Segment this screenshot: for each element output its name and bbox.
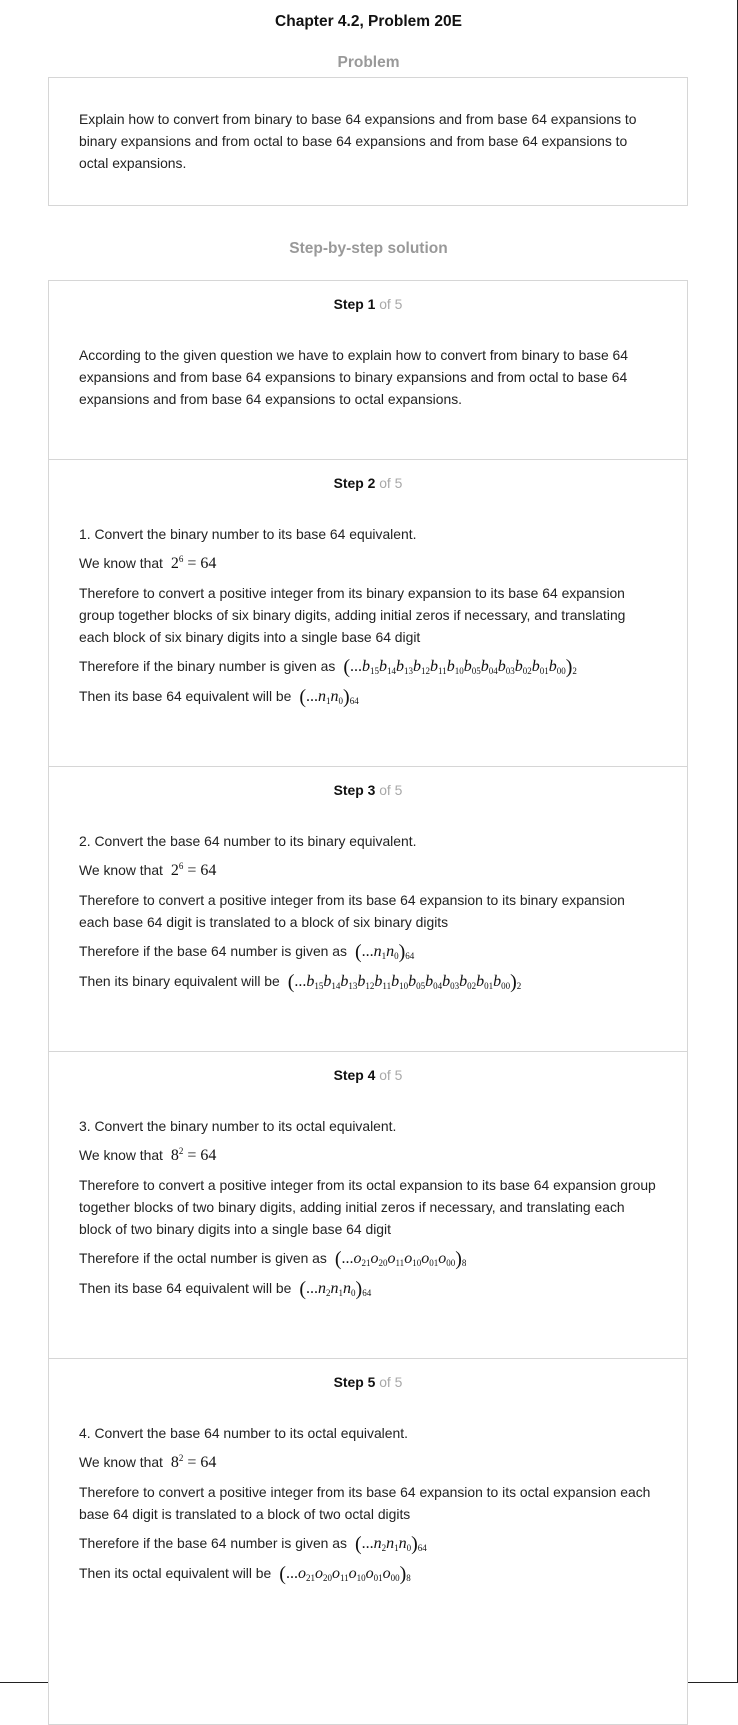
step-label: Step 3 bbox=[333, 782, 376, 798]
binary-expression: (...b15b14b13b12b11b10b05b04b03b02b01b00… bbox=[287, 971, 522, 993]
solution-heading: Step-by-step solution bbox=[289, 240, 448, 257]
step-2-know: We know that 26 = 64 bbox=[79, 554, 217, 573]
step-2-then: Then its base 64 equivalent will be (...n… bbox=[79, 686, 359, 708]
step-3-header: Step 3 of 5 bbox=[79, 782, 657, 802]
step-2-given: Therefore if the binary number is given … bbox=[79, 656, 577, 678]
base64-expression: (...n2n1n0)64 bbox=[354, 1533, 427, 1555]
step-4-given: Therefore if the octal number is given a… bbox=[79, 1248, 467, 1270]
step-5-know: We know that 82 = 64 bbox=[79, 1453, 217, 1472]
step-4-explain: Therefore to convert a positive integer … bbox=[79, 1177, 656, 1237]
step-label: Step 4 bbox=[333, 1067, 376, 1083]
step-5: Step 5 of 5 4. Convert the base 64 numbe… bbox=[49, 1359, 687, 1724]
steps-card: Step 1 of 5 According to the given quest… bbox=[48, 280, 688, 1725]
binary-expression: (...b15b14b13b12b11b10b05b04b03b02b01b00… bbox=[343, 656, 577, 678]
equation: 26 = 64 bbox=[170, 554, 217, 573]
step-5-intro: 4. Convert the base 64 number to its oct… bbox=[79, 1425, 408, 1441]
step-label: Step 2 bbox=[333, 475, 376, 491]
step-1: Step 1 of 5 According to the given quest… bbox=[49, 281, 687, 460]
step-1-text: According to the given question we have … bbox=[79, 347, 629, 407]
step-3: Step 3 of 5 2. Convert the base 64 numbe… bbox=[49, 767, 687, 1052]
problem-heading: Problem bbox=[337, 54, 400, 71]
step-count: of 5 bbox=[379, 1374, 403, 1390]
octal-expression: (...o21o20o11o10o01o00)8 bbox=[334, 1248, 467, 1270]
step-3-intro: 2. Convert the base 64 number to its bin… bbox=[79, 833, 417, 849]
solution-page: Chapter 4.2, Problem 20E Problem Explain… bbox=[0, 0, 737, 1725]
step-5-given: Therefore if the base 64 number is given… bbox=[79, 1533, 427, 1555]
step-4-then: Then its base 64 equivalent will be (...n… bbox=[79, 1278, 372, 1300]
page-title: Chapter 4.2, Problem 20E bbox=[275, 13, 462, 30]
equation: 26 = 64 bbox=[170, 861, 217, 880]
equation: 82 = 64 bbox=[170, 1453, 217, 1472]
step-label: Step 1 bbox=[333, 296, 376, 312]
equation: 82 = 64 bbox=[170, 1146, 217, 1165]
problem-card: Explain how to convert from binary to ba… bbox=[48, 77, 688, 206]
step-3-explain: Therefore to convert a positive integer … bbox=[79, 892, 625, 930]
step-2-explain: Therefore to convert a positive integer … bbox=[79, 585, 626, 645]
step-2-header: Step 2 of 5 bbox=[79, 475, 657, 495]
step-5-explain: Therefore to convert a positive integer … bbox=[79, 1484, 651, 1522]
base64-expression: (...n1n0)64 bbox=[299, 686, 359, 708]
step-4-know: We know that 82 = 64 bbox=[79, 1146, 217, 1165]
step-3-then: Then its binary equivalent will be (...b1… bbox=[79, 971, 522, 993]
octal-expression: (...o21o20o11o10o01o00)8 bbox=[279, 1563, 411, 1585]
step-2-intro: 1. Convert the binary number to its base… bbox=[79, 526, 417, 542]
step-count: of 5 bbox=[379, 475, 403, 491]
problem-text: Explain how to convert from binary to ba… bbox=[79, 111, 637, 171]
step-count: of 5 bbox=[379, 1067, 403, 1083]
base64-expression: (...n1n0)64 bbox=[354, 941, 415, 963]
step-5-then: Then its octal equivalent will be (...o21… bbox=[79, 1563, 411, 1585]
step-1-header: Step 1 of 5 bbox=[79, 296, 657, 316]
step-4-header: Step 4 of 5 bbox=[79, 1067, 657, 1087]
step-count: of 5 bbox=[379, 782, 403, 798]
step-4: Step 4 of 5 3. Convert the binary number… bbox=[49, 1052, 687, 1359]
step-5-header: Step 5 of 5 bbox=[79, 1374, 657, 1394]
step-4-intro: 3. Convert the binary number to its octa… bbox=[79, 1118, 397, 1134]
step-3-know: We know that 26 = 64 bbox=[79, 861, 217, 880]
step-count: of 5 bbox=[379, 296, 403, 312]
step-label: Step 5 bbox=[333, 1374, 376, 1390]
step-3-given: Therefore if the base 64 number is given… bbox=[79, 941, 415, 963]
base64-expression: (...n2n1n0)64 bbox=[299, 1278, 372, 1300]
step-2: Step 2 of 5 1. Convert the binary number… bbox=[49, 460, 687, 767]
